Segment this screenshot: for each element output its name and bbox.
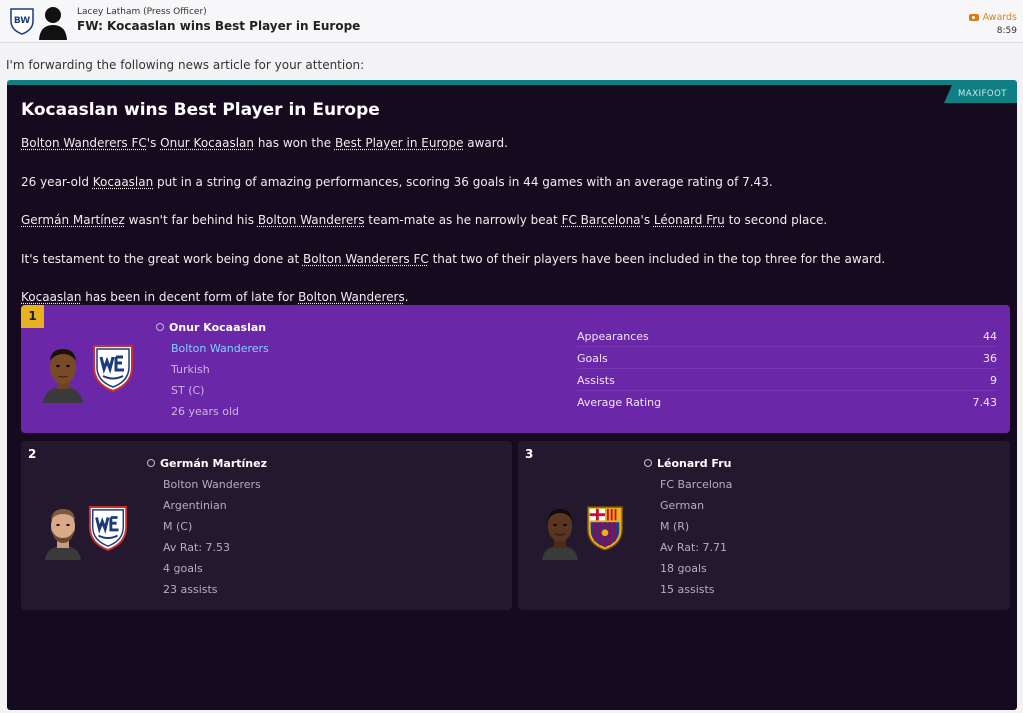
stat-row-appearances: Appearances 44 <box>577 326 997 347</box>
runner-up-nationality: Argentinian <box>163 499 227 512</box>
player-face-icon[interactable] <box>43 343 83 403</box>
text-span: team-mate as he narrowly beat <box>364 213 562 227</box>
player-face-icon[interactable] <box>45 504 81 560</box>
paragraph-2: 26 year-old Kocaaslan put in a string of… <box>21 175 773 189</box>
paragraph-4: It's testament to the great work being d… <box>21 252 885 266</box>
runner-up-name-text: Léonard Fru <box>657 457 732 470</box>
text-span: to second place. <box>724 213 828 227</box>
runner-up-assists: 23 assists <box>163 583 218 596</box>
svg-text:BW: BW <box>14 16 30 26</box>
stat-row-goals: Goals 36 <box>577 348 997 369</box>
runner-up-position: M (C) <box>163 520 193 533</box>
runner-up-assists: 15 assists <box>660 583 715 596</box>
award-link[interactable]: Best Player in Europe <box>335 136 464 150</box>
text-span: 's <box>146 136 161 150</box>
club-link[interactable]: Bolton Wanderers <box>298 290 405 304</box>
message-header: BW Lacey Latham (Press Officer) FW: Koca… <box>0 0 1023 43</box>
source-label: MAXIFOOT <box>944 85 1017 103</box>
stat-label: Assists <box>577 374 615 387</box>
runner-up-club[interactable]: Bolton Wanderers <box>163 478 261 491</box>
sender-role: (Press Officer) <box>143 7 207 17</box>
sender-line: Lacey Latham (Press Officer) <box>77 7 207 17</box>
person-icon <box>644 459 652 467</box>
bolton-crest-icon[interactable] <box>91 343 135 393</box>
bolton-crest-icon[interactable] <box>87 504 129 552</box>
text-span: 26 year-old <box>21 175 93 189</box>
message-time: 8:59 <box>996 26 1017 36</box>
tag-icon <box>968 14 979 21</box>
intro-text: I'm forwarding the following news articl… <box>6 58 365 72</box>
stat-value: 36 <box>983 352 997 365</box>
stat-label: Goals <box>577 352 608 365</box>
message-subject: FW: Kocaaslan wins Best Player in Europe <box>77 19 361 33</box>
runner-up-goals: 18 goals <box>660 562 707 575</box>
text-span: It's testament to the great work being d… <box>21 252 303 266</box>
runner-up-card-3[interactable]: 3 Léonard Fru FC Barcelona German M (R) … <box>518 441 1010 610</box>
text-span: 's <box>640 213 654 227</box>
club-badge-icon[interactable]: BW <box>9 7 35 35</box>
rank-number: 3 <box>525 447 534 461</box>
paragraph-5: Kocaaslan has been in decent form of lat… <box>21 290 409 304</box>
stat-value: 44 <box>983 330 997 343</box>
player-link[interactable]: Onur Kocaaslan <box>160 136 254 150</box>
winner-card[interactable]: 1 Onur Kocaaslan Bolton Wanderers Turkis… <box>21 305 1010 433</box>
club-link[interactable]: FC Barcelona <box>562 213 641 227</box>
sender-avatar-icon[interactable] <box>38 4 68 40</box>
runner-up-name[interactable]: Léonard Fru <box>644 457 731 470</box>
player-face-icon[interactable] <box>542 504 578 560</box>
winner-name[interactable]: Onur Kocaaslan <box>156 321 266 334</box>
club-link[interactable]: Bolton Wanderers FC <box>21 136 147 150</box>
text-span: has won the <box>254 136 335 150</box>
winner-nationality: Turkish <box>171 363 210 376</box>
stat-row-assists: Assists 9 <box>577 370 997 391</box>
club-link[interactable]: Bolton Wanderers <box>258 213 365 227</box>
winner-club[interactable]: Bolton Wanderers <box>171 342 269 355</box>
stat-label: Appearances <box>577 330 649 343</box>
player-link[interactable]: Léonard Fru <box>654 213 725 227</box>
person-icon <box>156 323 164 331</box>
news-article: MAXIFOOT Kocaaslan wins Best Player in E… <box>7 80 1017 710</box>
player-link[interactable]: Kocaaslan <box>93 175 153 189</box>
runner-up-rating: Av Rat: 7.71 <box>660 541 728 554</box>
text-span: . <box>404 290 409 304</box>
runner-up-name[interactable]: Germán Martínez <box>147 457 267 470</box>
runner-up-name-text: Germán Martínez <box>160 457 267 470</box>
text-span: has been in decent form of late for <box>81 290 299 304</box>
winner-name-text: Onur Kocaaslan <box>169 321 267 334</box>
player-link[interactable]: Kocaaslan <box>21 290 81 304</box>
text-span: award. <box>463 136 508 150</box>
category-tag[interactable]: Awards <box>968 12 1017 23</box>
article-title: Kocaaslan wins Best Player in Europe <box>21 100 380 120</box>
runner-up-position: M (R) <box>660 520 690 533</box>
sender-name[interactable]: Lacey Latham <box>77 7 140 17</box>
text-span: that two of their players have been incl… <box>428 252 886 266</box>
player-link[interactable]: Germán Martínez <box>21 213 125 227</box>
winner-position: ST (C) <box>171 384 205 397</box>
stat-value: 9 <box>990 374 997 387</box>
runner-up-rating: Av Rat: 7.53 <box>163 541 231 554</box>
winner-age: 26 years old <box>171 405 240 418</box>
runner-up-goals: 4 goals <box>163 562 203 575</box>
person-icon <box>147 459 155 467</box>
category-tag-label: Awards <box>982 12 1017 23</box>
runner-up-card-2[interactable]: 2 Germán Martínez Bolton Wanderers Argen… <box>21 441 512 610</box>
rank-number: 2 <box>28 447 37 461</box>
paragraph-3: Germán Martínez wasn't far behind his Bo… <box>21 213 827 227</box>
rank-badge: 1 <box>21 305 44 328</box>
runner-up-nationality: German <box>660 499 705 512</box>
text-span: wasn't far behind his <box>124 213 258 227</box>
stat-row-average-rating: Average Rating 7.43 <box>577 392 997 413</box>
paragraph-1: Bolton Wanderers FC's Onur Kocaaslan has… <box>21 136 508 150</box>
stat-value: 7.43 <box>972 396 998 409</box>
stat-label: Average Rating <box>577 396 662 409</box>
runner-up-club[interactable]: FC Barcelona <box>660 478 732 491</box>
club-link[interactable]: Bolton Wanderers FC <box>303 252 429 266</box>
barcelona-crest-icon[interactable] <box>584 504 626 552</box>
text-span: put in a string of amazing performances,… <box>153 175 773 189</box>
